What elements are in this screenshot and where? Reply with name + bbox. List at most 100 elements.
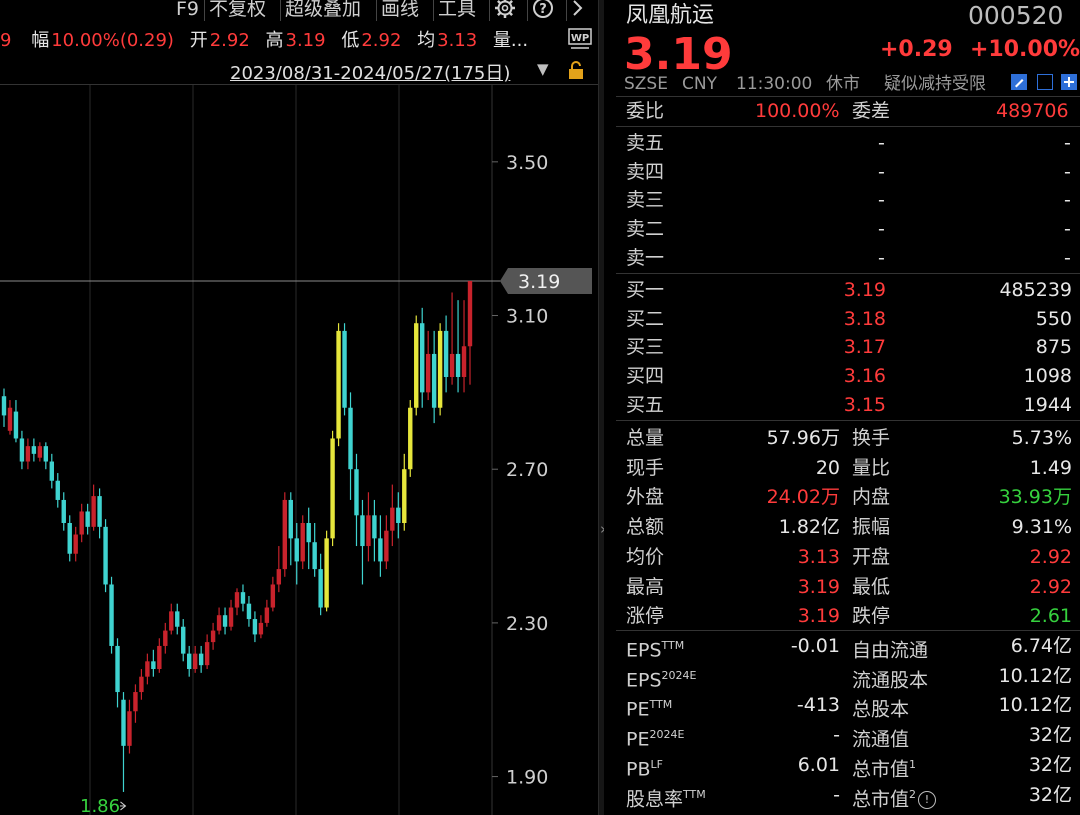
candle-body <box>461 346 467 377</box>
stat-value: 1.49 <box>1029 456 1072 479</box>
bid-volume: 485239 <box>999 279 1072 301</box>
ask-volume: - <box>1064 132 1071 154</box>
candle-body <box>145 661 150 677</box>
candle-body <box>348 407 353 470</box>
toolbar-draw-button[interactable]: 画线 <box>376 0 423 21</box>
fundamental-label: 总市值2! <box>852 783 937 811</box>
candle-body <box>443 330 449 377</box>
candle-body <box>79 511 84 535</box>
toolbar-f9-button[interactable]: F9 <box>172 0 203 21</box>
fundamental-label: 总股本 <box>852 693 909 721</box>
toolbar-no-adjust-button[interactable]: 不复权 <box>204 0 270 21</box>
fundamental-label: PE2024E <box>626 723 684 751</box>
divider <box>616 630 1080 631</box>
high-label: 高 <box>265 30 284 51</box>
date-range-selector[interactable]: 2023/08/31-2024/05/27(175日) <box>230 59 510 85</box>
ask-price: - <box>878 218 885 241</box>
order-ratio-value: 100.00% <box>755 100 840 122</box>
exchange: SZSE <box>624 74 668 94</box>
stock-code: 000520 <box>968 1 1064 30</box>
candle-body <box>300 523 305 562</box>
candle-body <box>414 323 419 408</box>
candle-body <box>7 407 13 431</box>
kline-chart-panel[interactable]: F9 不复权 超级叠加 画线 工具 ? 9 幅 10.00%(0.29) 开 2.9… <box>0 0 598 815</box>
bid-level-label: 买二 <box>626 307 665 330</box>
stat-value: 20 <box>815 456 840 479</box>
candle-body <box>85 511 90 527</box>
help-icon[interactable]: ? <box>527 0 558 21</box>
change-pct-label: 幅 <box>31 30 50 51</box>
candle-body <box>187 653 192 669</box>
candle-body <box>25 446 31 462</box>
stat-value: 2.92 <box>1029 575 1072 598</box>
fundamental-label-sub: TTM <box>649 698 673 712</box>
fundamental-label-text: 总股本 <box>852 698 910 721</box>
change-pct-value: 10.00%(0.29) <box>51 30 174 51</box>
candle-body <box>115 645 120 693</box>
fundamental-value: 32亿 <box>1028 783 1072 806</box>
info-icon[interactable]: ! <box>918 790 937 809</box>
open-value: 2.92 <box>209 30 250 51</box>
lock-icon[interactable] <box>566 60 586 80</box>
bid-level-label: 买五 <box>626 393 665 416</box>
stat-label: 现手 <box>626 456 665 479</box>
market-status: 休市 <box>826 74 860 94</box>
candle-body <box>13 411 19 439</box>
stat-label: 涨停 <box>626 605 665 628</box>
candle-body <box>103 526 108 585</box>
bid-volume: 1944 <box>1023 393 1072 416</box>
candle-body <box>467 280 473 347</box>
gear-icon[interactable] <box>489 0 520 21</box>
low-value: 2.92 <box>361 30 402 51</box>
candle-body <box>354 469 359 516</box>
edit-icon[interactable] <box>1011 74 1027 90</box>
stat-value: 5.73% <box>1011 427 1072 449</box>
ask-level-label: 卖三 <box>626 189 665 212</box>
stat-value: 24.02万 <box>766 486 840 509</box>
candle-body <box>342 330 347 408</box>
candle-body <box>19 438 25 462</box>
ask-level-label: 卖一 <box>626 246 665 269</box>
ask-volume: - <box>1064 218 1071 241</box>
candle-body <box>240 592 246 604</box>
toolbar-overlay-button[interactable]: 超级叠加 <box>280 0 365 21</box>
high-value: 3.19 <box>285 30 326 51</box>
candle-body <box>234 592 240 608</box>
candle-body <box>336 330 341 439</box>
ask-volume: - <box>1064 246 1071 269</box>
candle-body <box>192 653 198 669</box>
candlestick-chart[interactable]: 3.50 3.10 2.70 2.30 1.90 3.19 1.86 <box>0 85 598 815</box>
chevron-down-icon[interactable]: ▼ <box>537 60 549 78</box>
stat-value: 33.93万 <box>998 486 1072 509</box>
candle-body <box>228 607 234 627</box>
ask-price: - <box>878 132 885 154</box>
bid-volume: 550 <box>1035 307 1072 330</box>
copy-icon[interactable] <box>1037 74 1053 90</box>
wp-icon[interactable]: WP <box>568 28 592 49</box>
candle-body <box>396 507 401 523</box>
fundamental-label: EPSTTM <box>626 634 684 662</box>
fundamental-label: PBLF <box>626 753 663 781</box>
add-icon[interactable] <box>1061 74 1077 90</box>
bid-price: 3.19 <box>843 279 886 301</box>
fundamental-label-text: 股息率 <box>626 787 684 810</box>
bid-price: 3.17 <box>843 336 886 359</box>
stock-flag: 疑似减持受限 <box>884 74 986 94</box>
fundamental-label-text: 流通股本 <box>852 669 929 692</box>
y-tick-label: 3.10 <box>506 306 548 328</box>
stat-label: 总量 <box>626 427 665 449</box>
stat-value: 3.13 <box>797 545 840 568</box>
stat-label: 换手 <box>852 427 891 449</box>
fundamental-label-sub: 2024E <box>649 728 685 742</box>
toolbar-tools-button[interactable]: 工具 <box>433 0 480 21</box>
fundamental-value: - <box>833 724 840 747</box>
ask-price: - <box>878 246 885 269</box>
chevron-right-icon[interactable] <box>566 0 589 21</box>
bid-volume: 875 <box>1035 336 1072 359</box>
candle-body <box>133 692 138 712</box>
candle-body <box>97 496 102 527</box>
fundamental-label-text: 流通值 <box>852 728 910 751</box>
candle-body <box>198 653 204 666</box>
fundamental-label: 股息率TTM <box>626 783 706 811</box>
candle-body <box>181 626 186 654</box>
